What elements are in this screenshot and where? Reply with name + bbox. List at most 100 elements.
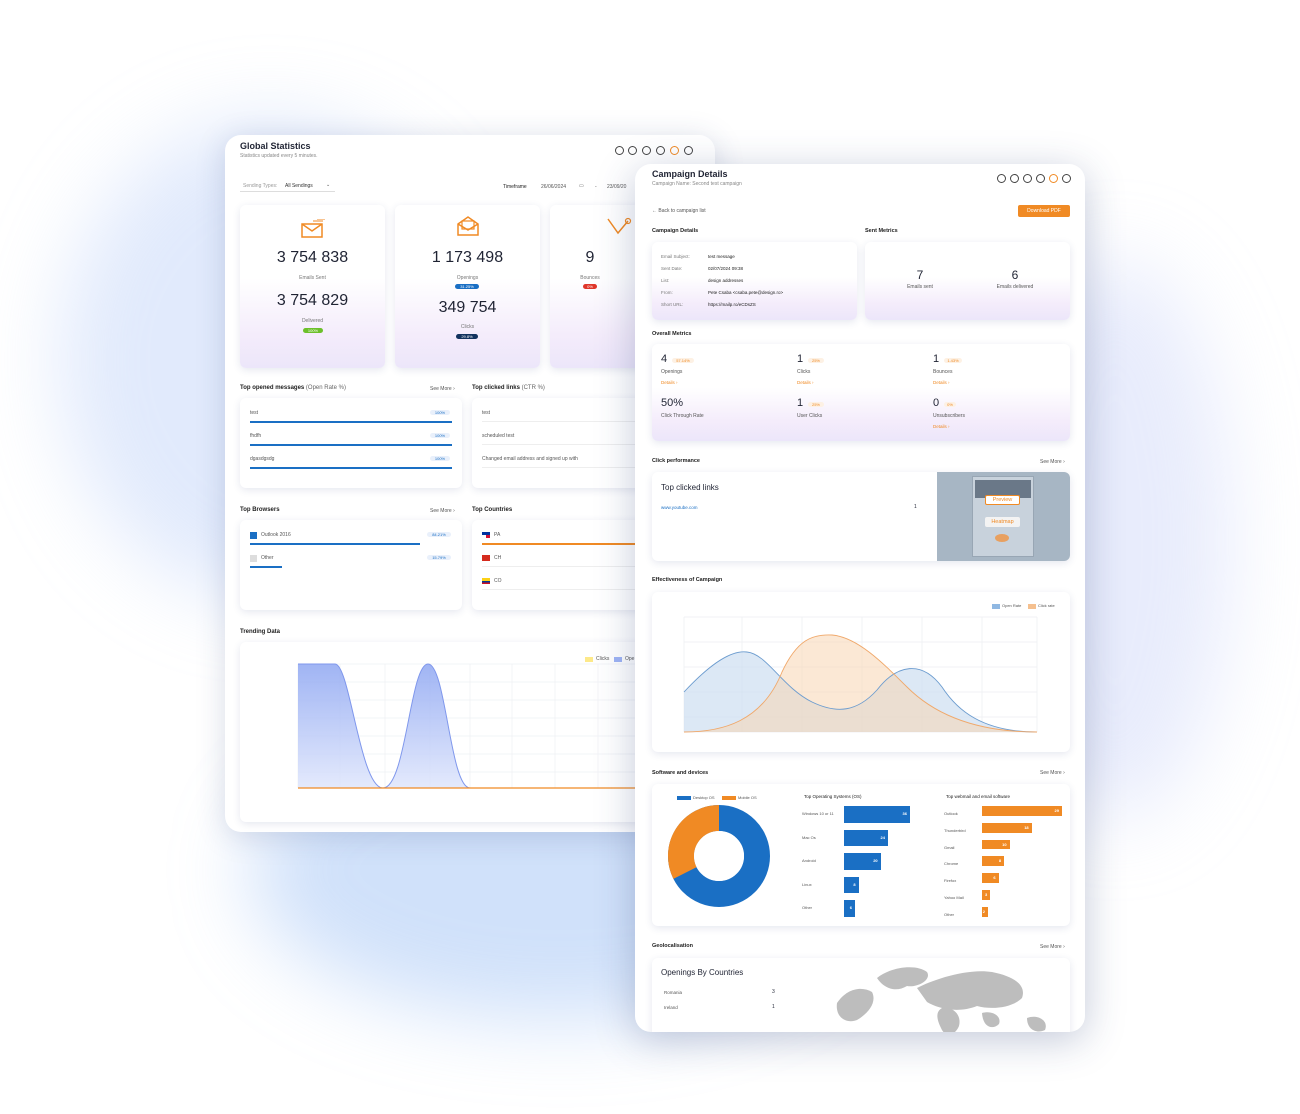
list-item: Changed email address and signed up with — [482, 456, 578, 462]
bounces-value: 9 — [585, 249, 595, 266]
browser-bar — [250, 566, 282, 568]
back-to-campaign-list-link[interactable]: ← Back to campaign list — [652, 208, 706, 214]
detail-value: Pete Csaba <csaba.pete@design.ro> — [708, 290, 784, 295]
emails-sent-value: 7 — [916, 268, 924, 282]
list-item: fhdfh — [250, 433, 262, 439]
openings-label: Openings — [456, 275, 479, 281]
bar: 20 — [844, 853, 881, 870]
metric-openings: 4 57.14% Openings Details › — [661, 353, 781, 393]
download-pdf-button[interactable]: Download PDF — [1018, 205, 1070, 217]
top-link-url[interactable]: www.youtube.com — [661, 505, 698, 510]
unsubscribers-details-link[interactable]: Details › — [933, 424, 950, 429]
preview-button[interactable]: Preview — [985, 495, 1020, 505]
short-url-link[interactable]: https://mailp.ro/eCDsZS — [708, 302, 756, 307]
geo-see-more-link[interactable]: See More › — [1040, 944, 1065, 950]
bar: 24 — [844, 829, 888, 846]
chevron-down-icon: ⌄ — [326, 182, 331, 188]
software-card: Desktop OS Mobile OS Top Operating Syste… — [652, 784, 1070, 926]
date-to-input[interactable]: 23/09/20 — [607, 184, 626, 190]
openings-by-countries-title: Openings By Countries — [661, 968, 744, 977]
detail-label: From: — [661, 290, 673, 295]
effectiveness-chart: Open Rate Click rate — [652, 592, 1070, 752]
openings-pct-badge: 31.25% — [455, 284, 479, 289]
bar-label: Linux — [802, 881, 812, 887]
click-performance-see-more-link[interactable]: See More › — [1040, 459, 1065, 465]
clicks-details-link[interactable]: Details › — [797, 380, 814, 385]
search-icon[interactable] — [615, 146, 624, 155]
geo-country: Romania — [664, 990, 683, 995]
bounce-icon — [607, 217, 632, 235]
list-item: test — [482, 410, 491, 416]
outlook-icon — [250, 532, 257, 539]
settings-icon[interactable] — [1023, 174, 1032, 183]
list-item: scheduled test — [482, 433, 515, 439]
campaign-details-card: Email Subject: test message Sent Date: 0… — [652, 242, 857, 320]
browser-bar — [250, 543, 420, 545]
detail-value: 02/07/2024 09:38 — [708, 266, 744, 271]
billing-icon[interactable] — [684, 146, 693, 155]
top-opened-bar — [250, 467, 452, 469]
delivered-value: 3 754 829 — [276, 292, 349, 309]
bar: 2 — [982, 906, 988, 917]
sending-types-select[interactable]: Sending Types: All Sendings ⌄ — [240, 181, 335, 192]
software-section-title: Software and devices — [652, 770, 709, 776]
open-mail-icon — [457, 216, 479, 236]
bounces-pct-badge: 0% — [583, 284, 597, 289]
software-see-more-link[interactable]: See More › — [1040, 770, 1065, 776]
openings-details-link[interactable]: Details › — [661, 380, 678, 385]
page-title: Campaign Details — [652, 169, 728, 179]
user-icon[interactable] — [1036, 174, 1045, 183]
bar: 18 — [982, 822, 1032, 833]
flag-ch-icon — [482, 555, 490, 561]
help-icon[interactable] — [628, 146, 637, 155]
metric-bounces: 1 1.43% Bounces Details › — [933, 353, 1053, 393]
top-opened-list: test 100% fhdfh 100% dgasdgsdg 100% — [240, 398, 462, 488]
notification-icon[interactable] — [670, 146, 679, 155]
detail-value: design addresses — [708, 278, 744, 283]
heatmap-button[interactable]: Heatmap — [985, 517, 1020, 527]
bar-label: Gmail — [944, 844, 955, 850]
help-icon[interactable] — [1010, 174, 1019, 183]
top-clicked-links-title: Top clicked links — [661, 483, 719, 492]
geo-count: 1 — [772, 1004, 775, 1010]
billing-icon[interactable] — [1062, 174, 1071, 183]
user-icon[interactable] — [656, 146, 665, 155]
legend-desktop-os-swatch — [677, 796, 691, 800]
metric-user-clicks: 1 25% User Clicks — [797, 397, 824, 419]
campaign-details-section-title: Campaign Details — [652, 228, 699, 234]
detail-label: Short URL: — [661, 302, 684, 307]
metric-unsubscribers: 0 0% Unsubscribers Details › — [933, 397, 965, 429]
bar: 6 — [982, 873, 999, 883]
top-browsers-title: Top Browsers — [240, 507, 280, 513]
page-title: Global Statistics — [240, 141, 311, 151]
page-subtitle: Statistics updated every 5 minutes. — [240, 153, 318, 159]
bounces-details-link[interactable]: Details › — [933, 380, 950, 385]
detail-label: List: — [661, 278, 670, 283]
bar-label: Outlook — [944, 811, 958, 816]
search-icon[interactable] — [997, 174, 1006, 183]
geo-country: Ireland — [664, 1005, 678, 1010]
top-opened-see-more-link[interactable]: See More › — [430, 386, 455, 392]
top-opened-title: Top opened messages (Open Rate %) — [240, 385, 346, 391]
bar-label: Windows 10 or 11 — [802, 811, 834, 816]
notification-icon[interactable] — [1049, 174, 1058, 183]
flag-pa-icon — [482, 532, 490, 538]
top-browsers-see-more-link[interactable]: See More › — [430, 508, 455, 514]
date-from-input[interactable]: 26/06/2024 — [541, 184, 566, 190]
bar-label: Thunderbird — [944, 827, 966, 833]
calendar-icon: ▭ — [579, 183, 584, 189]
sent-metrics-card: 7 Emails sent 6 Emails delivered — [865, 242, 1070, 320]
campaign-details-window: Campaign Details Campaign Name: Second t… — [635, 164, 1085, 1032]
emails-delivered-label: Emails delivered — [996, 284, 1034, 290]
metric-clicks: 1 25% Clicks Details › — [797, 353, 917, 393]
email-preview-thumbnail: Preview Heatmap — [937, 472, 1070, 561]
envelope-icon — [301, 219, 325, 238]
emails-sent-label: Emails sent — [907, 284, 933, 290]
bar: 3 — [982, 890, 991, 900]
sent-metrics-section-title: Sent Metrics — [865, 228, 898, 234]
geo-count: 3 — [772, 989, 775, 995]
settings-icon[interactable] — [642, 146, 651, 155]
legend-mobile-os: Mobile OS — [738, 795, 757, 800]
trending-title: Trending Data — [240, 629, 281, 635]
webmail-bar-chart: Outlook 29 Thunderbird 18 Gmail 10 Chrome 8 Fire… — [944, 806, 1069, 921]
